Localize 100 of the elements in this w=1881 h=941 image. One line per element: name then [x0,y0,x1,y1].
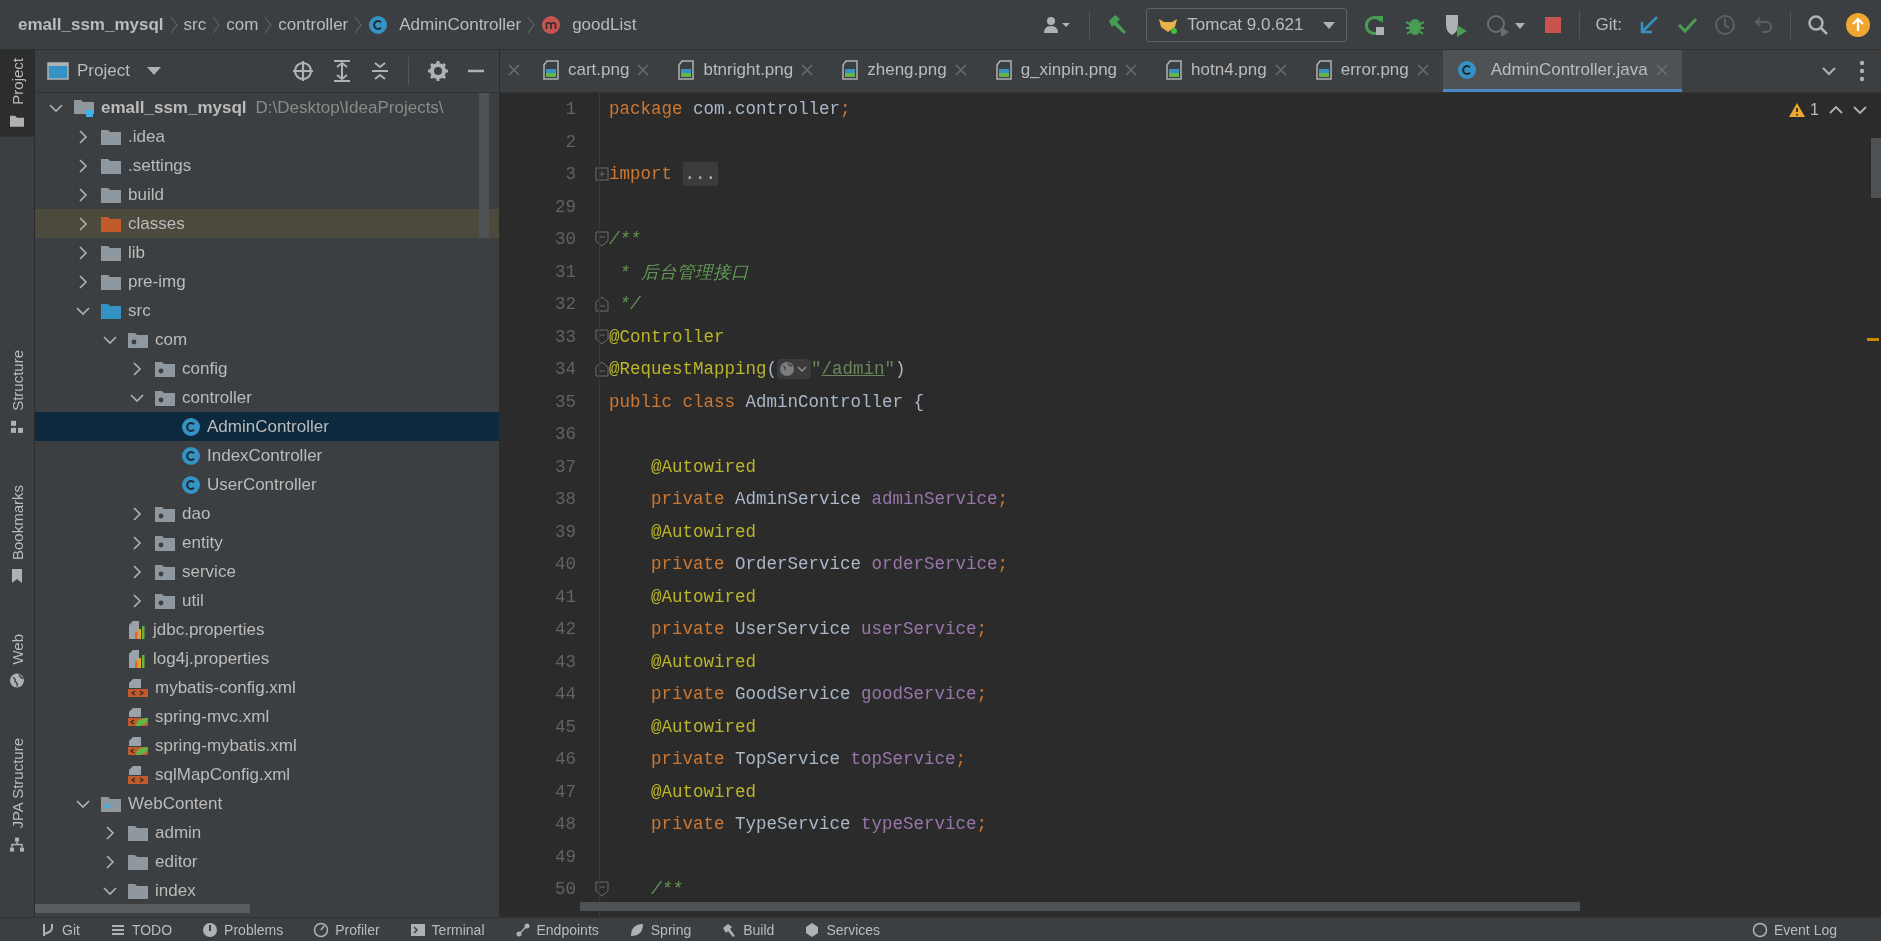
run-config-dropdown[interactable]: Tomcat 9.0.621 [1146,7,1347,42]
window-icon [47,61,69,81]
tree-item[interactable]: AdminController [207,416,329,437]
tree-item[interactable]: com [155,329,188,350]
update-arrow-icon[interactable] [1638,13,1660,36]
tool-window-tab[interactable]: JPA Structure [0,730,34,861]
tree-item[interactable]: .idea [128,126,165,147]
tree-item[interactable]: build [128,184,164,205]
line-number: 35 [554,391,576,412]
properties-file-icon [127,648,147,669]
tool-window-button[interactable]: Problems [202,922,284,938]
image-file-icon [1314,59,1333,80]
warning-count[interactable]: 1 [1788,101,1819,119]
tool-window-tab[interactable]: Bookmarks [0,476,34,592]
tree-item[interactable]: spring-mybatis.xml [155,735,297,756]
breadcrumb-item[interactable]: emall_ssm_mysql [18,14,164,35]
code-line: private TopService topService; [650,749,967,770]
scrollbar[interactable] [35,904,250,913]
editor-tab[interactable]: zheng.png [827,50,981,92]
tree-item[interactable]: spring-mvc.xml [155,706,270,727]
tree-item[interactable]: editor [155,851,198,872]
tool-window-tab[interactable]: Project [0,50,34,137]
folder-icon [154,562,176,581]
tree-item[interactable]: .settings [128,155,192,176]
settings-icon[interactable] [427,60,449,82]
tree-item[interactable]: UserController [207,474,317,495]
tool-window-button[interactable]: Event Log [1751,922,1837,938]
search-icon[interactable] [1807,13,1829,36]
tool-window-button[interactable]: Profiler [313,922,380,938]
tool-window-button[interactable]: Git [40,922,80,938]
tree-item[interactable]: entity [182,532,223,553]
editor-tab[interactable]: AdminController.java [1442,50,1682,92]
tree-item[interactable]: IndexController [207,445,323,466]
editor-tab[interactable]: btnright.png [663,50,828,92]
breadcrumb-item[interactable]: src [183,14,207,35]
module-folder-icon [73,97,95,118]
tree-item[interactable]: lib [128,242,145,263]
breadcrumb-item[interactable]: controller [278,14,349,35]
collapse-all-icon[interactable] [370,60,390,82]
line-number: 49 [554,846,576,867]
chevron-down-icon[interactable] [1853,105,1867,115]
globe-icon[interactable] [777,359,812,380]
editor-tab[interactable]: error.png [1300,50,1443,92]
image-file-icon [677,59,696,80]
stop-icon[interactable] [1542,14,1563,35]
editor-tab[interactable]: hotn4.png [1151,50,1301,92]
tree-item[interactable]: src [128,300,151,321]
chevron-down-icon[interactable] [1821,65,1837,77]
image-file-icon [542,59,560,80]
tree-item[interactable]: emall_ssm_mysql [101,97,247,118]
tree-item[interactable]: classes [128,213,185,234]
tool-window-button[interactable]: TODO [109,922,173,938]
line-number: 42 [554,619,576,640]
code-line: private UserService userService; [650,619,988,640]
line-number: 33 [554,326,576,347]
chevron-up-icon[interactable] [1829,105,1843,115]
class-icon [181,445,201,466]
breadcrumb-item[interactable]: goodList [541,14,637,35]
tree-item[interactable]: WebContent [128,793,223,814]
tree-item[interactable]: service [182,561,236,582]
tree-item[interactable]: jdbc.properties [153,619,265,640]
folder-icon [100,185,122,204]
editor-tab[interactable]: cart.png [528,50,664,92]
folder-icon [154,504,176,523]
folder-icon [127,823,149,842]
tool-window-button[interactable]: Endpoints [514,922,599,938]
tree-item[interactable]: pre-img [128,271,186,292]
scrollbar[interactable] [1871,138,1881,198]
separator-chevron-icon [527,14,536,35]
tool-window-button[interactable]: Spring [628,922,692,938]
more-icon[interactable] [1859,60,1865,82]
folder-icon [154,591,176,610]
update-icon[interactable] [1845,11,1871,38]
panel-title-dropdown[interactable]: Project [47,61,274,81]
warning-icon [1788,102,1807,118]
tool-window-tab[interactable]: Web [0,625,34,697]
breadcrumb-item[interactable]: com [226,14,259,35]
tree-item[interactable]: controller [182,387,252,408]
crosshair-icon[interactable] [292,60,314,82]
tree-item[interactable]: log4j.properties [153,648,270,669]
tree-item[interactable]: mybatis-config.xml [155,677,296,698]
warning-marker[interactable] [1867,338,1879,341]
folder-icon [100,156,122,175]
tool-window-button[interactable]: Build [721,922,775,938]
scrollbar[interactable] [580,902,1580,911]
tree-item[interactable]: index [155,880,196,901]
folder-icon [100,243,122,262]
tool-window-button[interactable]: Services [804,922,881,938]
tree-item[interactable]: config [182,358,228,379]
breadcrumb-item[interactable]: AdminController [368,14,522,35]
tree-item[interactable]: sqlMapConfig.xml [155,764,291,785]
expand-all-icon[interactable] [332,60,352,82]
profile-button[interactable] [1484,12,1527,37]
tree-item[interactable]: util [182,590,204,611]
tool-window-tab[interactable]: Structure [0,341,34,443]
tree-item[interactable]: admin [155,822,202,843]
tree-item[interactable]: dao [182,503,211,524]
scrollbar[interactable] [479,93,489,238]
tool-window-button[interactable]: Terminal [409,922,485,938]
editor-tab[interactable]: g_xinpin.png [980,50,1152,92]
